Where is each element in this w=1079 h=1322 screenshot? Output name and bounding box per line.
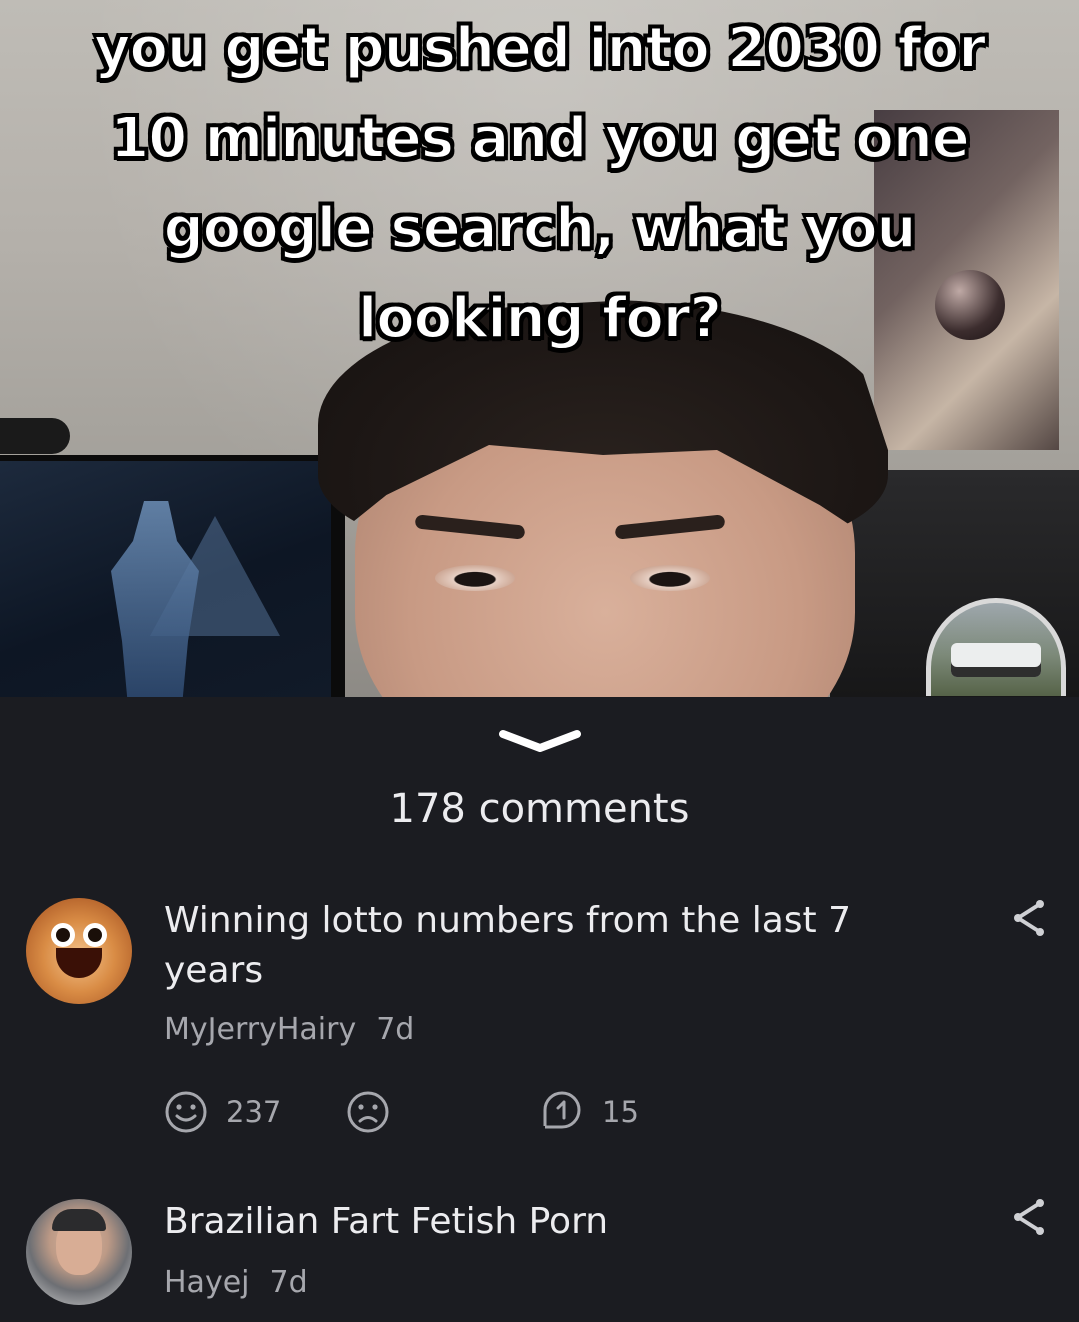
share-icon[interactable]: [1012, 1197, 1046, 1237]
comment-author[interactable]: Hayej: [164, 1265, 250, 1300]
share-icon[interactable]: [1012, 898, 1046, 938]
left-eye: [435, 565, 515, 591]
comment-author[interactable]: MyJerryHairy: [164, 1012, 356, 1047]
right-eye: [630, 565, 710, 591]
comment-age: 7d: [376, 1012, 415, 1047]
like-count: 237: [226, 1095, 282, 1129]
avatar-eye: [56, 928, 70, 942]
chevron-down-icon[interactable]: [497, 728, 583, 754]
comment-actions: 237 15: [164, 1088, 864, 1138]
avatar-car-image: [951, 643, 1041, 677]
smile-icon: [165, 1091, 207, 1133]
dislike-button[interactable]: [346, 1088, 390, 1136]
avatar[interactable]: [26, 898, 132, 1004]
lamp-decor: [0, 418, 70, 454]
comment-text: Winning lotto numbers from the last 7 ye…: [164, 900, 852, 991]
avatar-cap: [52, 1209, 106, 1231]
comment-meta: MyJerryHairy 7d: [164, 1012, 414, 1047]
comment-text: Brazilian Fart Fetish Porn: [164, 1201, 609, 1242]
reply-icon: [543, 1091, 581, 1129]
video-caption: you get pushed into 2030 for 10 minutes …: [93, 15, 987, 352]
frown-icon: [347, 1091, 389, 1133]
reply-count: 15: [602, 1095, 639, 1129]
avatar-mouth: [56, 948, 102, 978]
comment-meta: Hayej 7d: [164, 1265, 308, 1300]
like-button[interactable]: 237: [164, 1088, 281, 1136]
comments-count: 178 comments: [389, 786, 690, 832]
avatar[interactable]: [26, 1199, 132, 1305]
background-monitor: [0, 455, 345, 697]
avatar-eye: [88, 928, 102, 942]
reply-button[interactable]: 15: [540, 1088, 639, 1136]
video-frame[interactable]: you get pushed into 2030 for 10 minutes …: [0, 0, 1079, 697]
monitor-figure: [111, 501, 199, 697]
comment-age: 7d: [269, 1265, 308, 1300]
